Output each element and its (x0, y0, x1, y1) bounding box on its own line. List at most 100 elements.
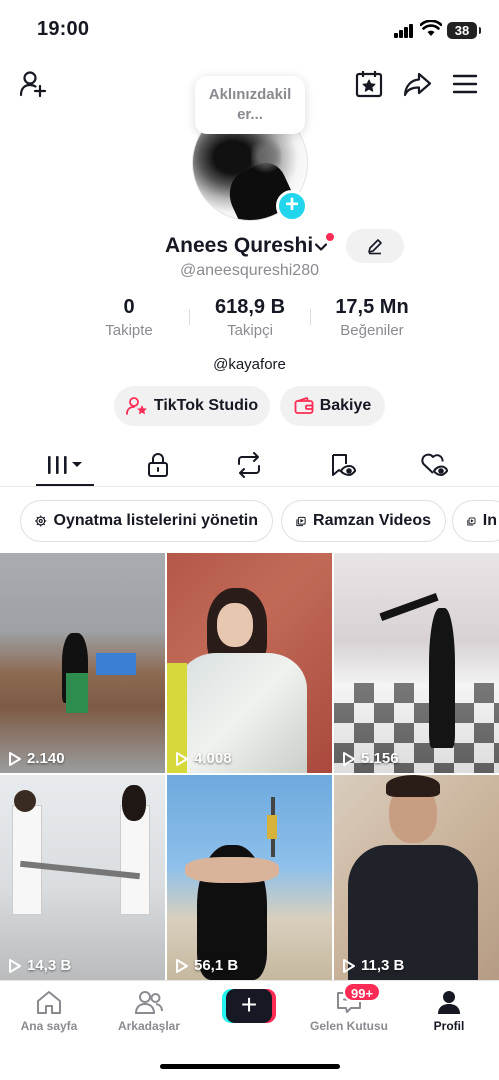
lock-icon (148, 453, 168, 477)
stat-divider (189, 309, 190, 325)
friends-icon (134, 991, 163, 1014)
stat-likes-label: Beğeniler (340, 322, 404, 339)
view-count-value: 5.156 (361, 750, 399, 767)
play-icon (176, 958, 188, 973)
hair-shape (386, 775, 440, 797)
bookmark-eye-icon (332, 454, 356, 476)
tab-videos[interactable] (45, 448, 85, 482)
manage-playlists-label: Oynatma listelerini yönetin (53, 512, 259, 529)
nav-home[interactable]: Ana sayfa (4, 989, 94, 1033)
video-thumbnail[interactable]: 56,1 B (167, 775, 332, 980)
plus-icon: + (226, 989, 272, 1023)
balance-button[interactable]: Bakiye (280, 386, 385, 426)
playlist-label: Ramzan Videos (313, 512, 431, 529)
playlist-chip[interactable]: In (452, 500, 499, 542)
status-bar: 19:00 38 (0, 0, 499, 60)
video-thumbnail[interactable]: 4.008 (167, 553, 332, 773)
nav-profile-label: Profil (433, 1019, 465, 1033)
view-count: 2.140 (8, 750, 65, 767)
inbox-badge: 99+ (343, 982, 382, 1002)
tab-private[interactable] (138, 448, 178, 482)
view-count-value: 11,3 B (361, 957, 405, 974)
figure-shape (217, 603, 253, 647)
hair-shape (379, 592, 439, 622)
status-time: 19:00 (37, 18, 90, 40)
stat-followers-value: 618,9 B (214, 296, 286, 318)
playlist-label: In (482, 512, 497, 529)
video-thumbnail[interactable]: 2.140 (0, 553, 165, 773)
profile-icon (438, 991, 460, 1014)
view-count-value: 2.140 (27, 750, 65, 767)
figure-shape (185, 857, 279, 883)
add-avatar-icon[interactable]: + (276, 190, 308, 222)
grid-icon (48, 456, 82, 474)
tank-shape (96, 653, 136, 675)
stat-following-label: Takipte (105, 322, 153, 339)
video-thumbnail[interactable]: 11,3 B (334, 775, 499, 980)
stat-divider (310, 309, 311, 325)
tiktok-studio-button[interactable]: TikTok Studio (114, 386, 270, 426)
heart-eye-icon (421, 453, 448, 476)
stat-followers[interactable]: 618,9 B Takipçi (200, 296, 300, 339)
stat-likes-value: 17,5 Mn (335, 296, 409, 318)
view-count: 14,3 B (8, 957, 71, 974)
playlist-icon (296, 516, 306, 526)
figure-shape (120, 805, 150, 915)
playlist-icon (467, 516, 476, 526)
share-icon[interactable] (400, 67, 434, 101)
view-count-value: 56,1 B (194, 957, 239, 974)
stat-following-value: 0 (123, 296, 135, 318)
bio-link[interactable]: @kayafore (0, 356, 499, 373)
view-count-value: 14,3 B (27, 957, 72, 974)
tab-liked[interactable] (414, 448, 454, 482)
play-icon (343, 751, 355, 766)
view-count: 5.156 (342, 750, 399, 767)
figure-shape (12, 805, 42, 915)
figure-shape (122, 785, 146, 821)
view-count-value: 4.008 (194, 750, 232, 767)
view-count: 11,3 B (342, 957, 404, 974)
signal-icon (394, 24, 414, 38)
play-icon (176, 751, 188, 766)
manage-playlists-chip[interactable]: Oynatma listelerini yönetin (20, 500, 273, 542)
note-bubble[interactable]: Aklınızdakil er... (195, 76, 305, 134)
profile-handle: @aneesqureshi280 (179, 262, 319, 279)
playlist-chip[interactable]: Ramzan Videos (281, 500, 446, 542)
figure-shape (66, 673, 88, 713)
view-count: 4.008 (175, 750, 232, 767)
add-friend-icon[interactable] (16, 67, 50, 101)
play-icon (9, 751, 21, 766)
nav-friends[interactable]: Arkadaşlar (104, 989, 194, 1033)
video-grid: 2.140 4.008 5.156 14,3 B 56,1 B 11,3 B (0, 553, 499, 980)
tab-favorites[interactable] (322, 448, 362, 482)
video-thumbnail[interactable]: 5.156 (334, 553, 499, 773)
create-button[interactable]: + (222, 989, 276, 1023)
view-count: 56,1 B (175, 957, 238, 974)
gear-icon (35, 515, 47, 527)
balance-label: Bakiye (319, 397, 372, 414)
figure-shape (14, 790, 36, 812)
chevron-down-icon[interactable] (313, 239, 329, 255)
tiktok-studio-label: TikTok Studio (153, 397, 259, 414)
wifi-icon (420, 20, 442, 36)
stat-likes[interactable]: 17,5 Mn Beğeniler (322, 296, 422, 339)
play-icon (343, 958, 355, 973)
creator-calendar-icon[interactable] (352, 67, 386, 101)
nav-profile[interactable]: Profil (404, 989, 494, 1033)
play-icon (9, 958, 21, 973)
profile-name[interactable]: Anees Qureshi (165, 234, 313, 258)
divider (0, 486, 499, 487)
edit-profile-button[interactable] (346, 229, 404, 263)
stat-following[interactable]: 0 Takipte (96, 296, 162, 339)
tab-reposts[interactable] (229, 448, 269, 482)
menu-icon[interactable] (448, 67, 482, 101)
figure-shape (429, 608, 455, 748)
home-icon (37, 991, 61, 1014)
nav-home-label: Ana sayfa (20, 1019, 78, 1033)
person-star-icon (125, 397, 147, 415)
video-thumbnail[interactable]: 14,3 B (0, 775, 165, 980)
repost-icon (238, 452, 260, 478)
flag-shape (267, 815, 277, 839)
home-indicator (160, 1064, 340, 1069)
nav-inbox-label: Gelen Kutusu (309, 1019, 388, 1033)
